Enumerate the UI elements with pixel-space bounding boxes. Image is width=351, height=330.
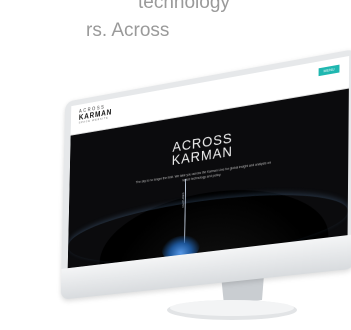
menu-button[interactable]: MENU bbox=[318, 64, 340, 77]
site-logo[interactable]: ACROSS KARMAN SPACE WEBSITE bbox=[79, 104, 113, 124]
tower-label: FEATURED bbox=[181, 192, 186, 208]
